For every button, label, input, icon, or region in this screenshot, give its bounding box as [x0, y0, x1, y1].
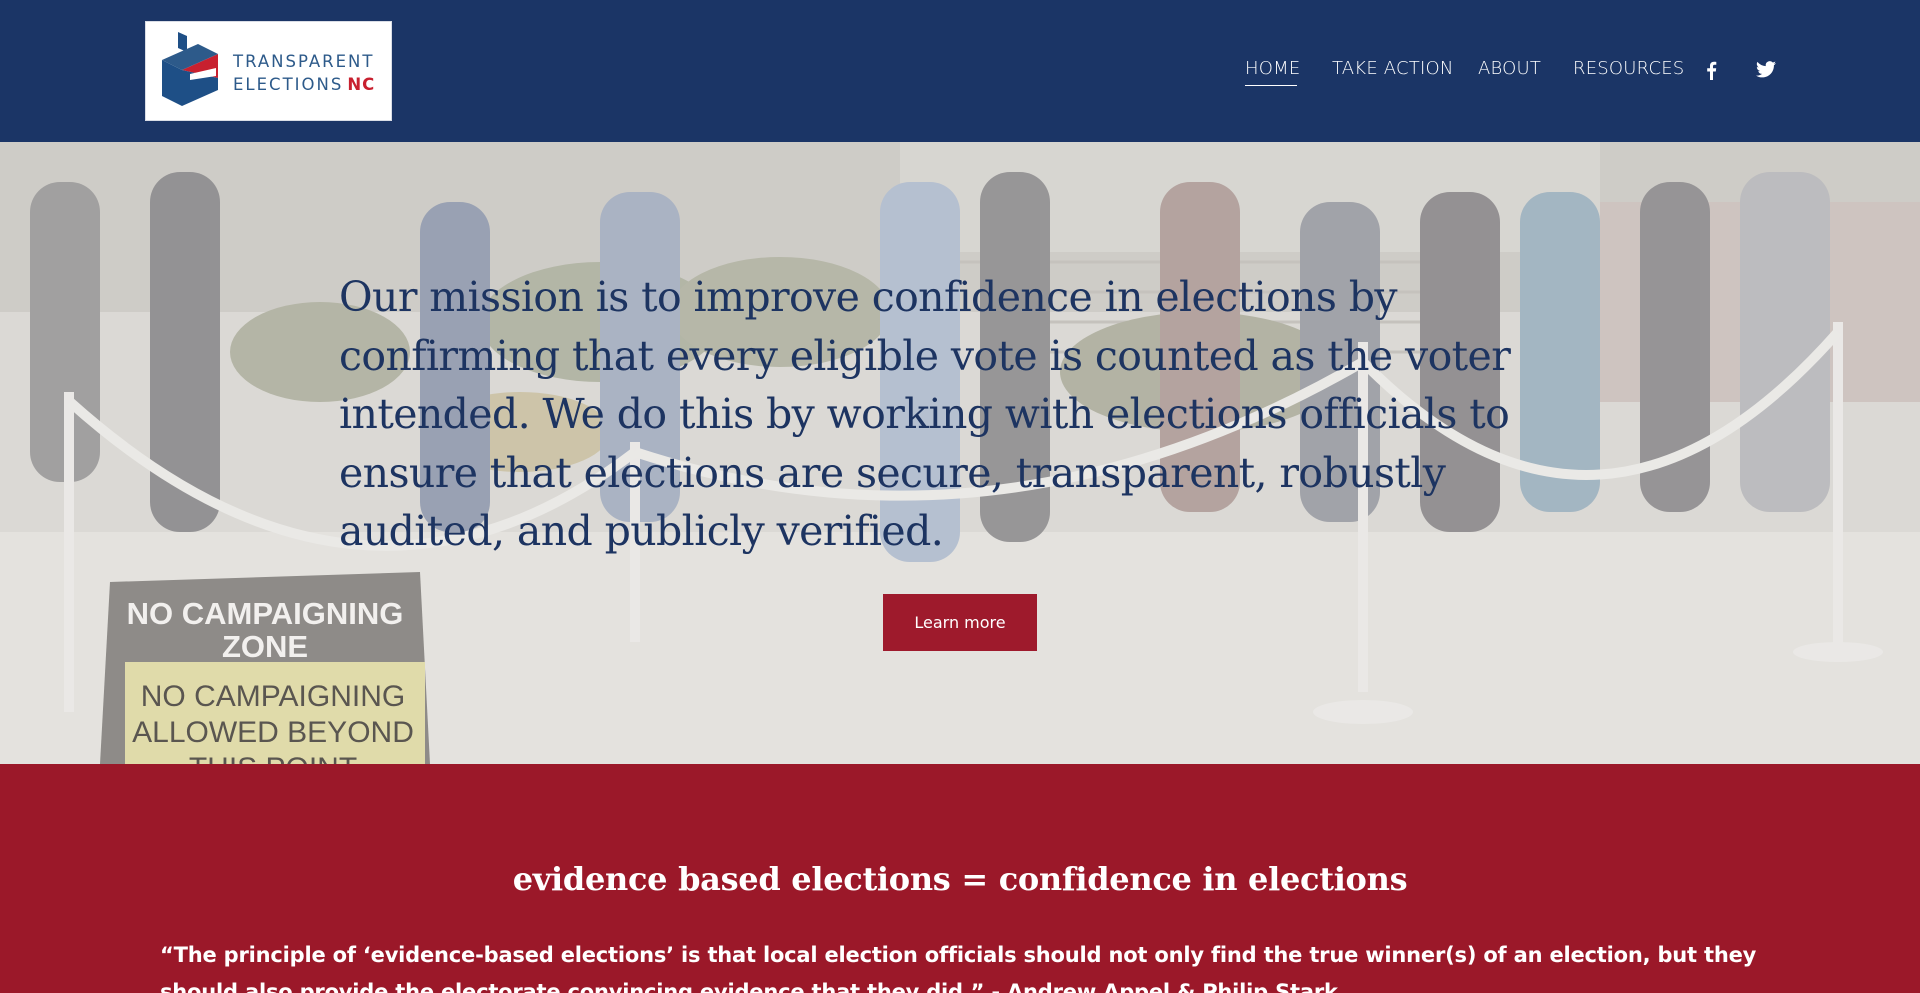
- hero-section: NO CAMPAIGNING ZONE NO CAMPAIGNING ALLOW…: [0, 142, 1920, 764]
- sign-line-3: NO CAMPAIGNING: [141, 680, 405, 713]
- mission-statement: Our mission is to improve confidence in …: [339, 273, 1511, 555]
- sign-line-2: ZONE: [222, 629, 308, 664]
- site-header: TRANSPARENT ELECTIONS NC HOME TAKE ACTION…: [0, 0, 1920, 142]
- evidence-section: evidence based elections = confidence in…: [0, 764, 1920, 993]
- twitter-icon[interactable]: [1756, 61, 1776, 80]
- nav-home[interactable]: HOME: [1245, 58, 1300, 79]
- sign-line-4: ALLOWED BEYOND: [132, 716, 414, 749]
- nav-take-action[interactable]: TAKE ACTION: [1332, 58, 1454, 79]
- facebook-icon[interactable]: [1704, 61, 1718, 80]
- evidence-quote: “The principle of ‘evidence-based electi…: [160, 943, 1757, 993]
- nav-about[interactable]: ABOUT: [1478, 58, 1541, 79]
- learn-more-button[interactable]: Learn more: [883, 594, 1037, 651]
- active-nav-underline: [1245, 85, 1297, 86]
- sign-line-1: NO CAMPAIGNING: [127, 596, 404, 631]
- nav-resources[interactable]: RESOURCES: [1573, 58, 1684, 79]
- evidence-heading: evidence based elections = confidence in…: [512, 860, 1408, 898]
- main-nav: HOME TAKE ACTION ABOUT RESOURCES: [0, 58, 1920, 84]
- sign-line-5: THIS POINT: [189, 752, 357, 764]
